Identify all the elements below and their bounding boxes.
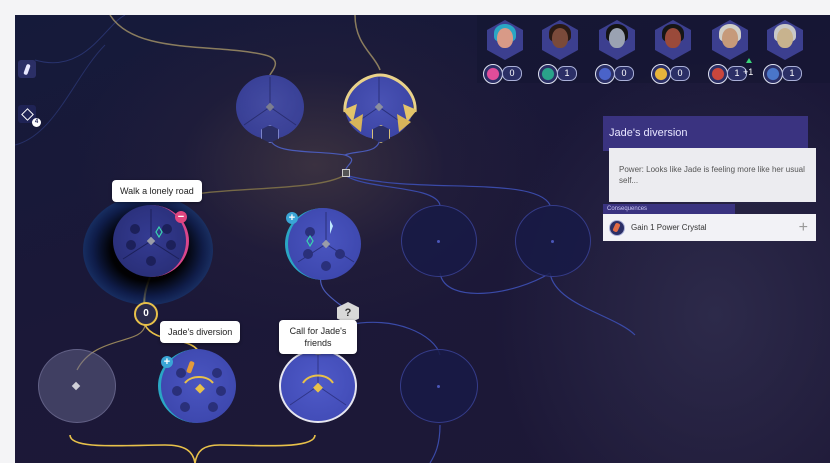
power-crystal-icon <box>609 219 625 236</box>
diamond-icon <box>20 107 34 121</box>
node-center-dot <box>437 240 440 243</box>
node-slots <box>297 212 355 271</box>
character-face <box>497 28 513 48</box>
add-consequence-button[interactable]: + <box>799 219 808 237</box>
character-face <box>665 28 681 48</box>
remove-crystal-button[interactable]: − <box>175 211 187 223</box>
character-6[interactable]: 1 <box>763 20 807 90</box>
path-node-faded[interactable] <box>38 349 116 423</box>
panel-title: Jade's diversion <box>603 116 808 151</box>
character-3[interactable]: 0 <box>595 20 639 90</box>
crystal-count: 0 <box>614 66 634 81</box>
character-2[interactable]: 1 <box>538 20 582 90</box>
node-center-dot <box>437 385 440 388</box>
character-portrait <box>487 20 523 60</box>
character-4[interactable]: 0 <box>651 20 695 90</box>
add-character-button-2[interactable]: + <box>161 356 173 368</box>
crystal-icon <box>595 64 615 84</box>
zero-counter-badge: 0 <box>134 302 158 326</box>
crystal-count: 1 <box>782 66 802 81</box>
map-marker-button[interactable]: 4 <box>18 105 41 127</box>
crystal-count: 1 <box>557 66 577 81</box>
path-node-call-for-friends[interactable] <box>279 349 357 423</box>
consequence-text: Gain 1 Power Crystal <box>631 223 707 232</box>
tooltip-call-for-friends: Call for Jade's friends <box>279 320 357 354</box>
character-portrait <box>599 20 635 60</box>
path-node-locked-3[interactable] <box>400 349 478 423</box>
crystal-icon <box>708 64 728 84</box>
node-diamond <box>71 381 81 391</box>
game-viewport: 4 − Walk a lonely road + 0 ? + Jade's di… <box>15 15 830 463</box>
character-face <box>777 28 793 48</box>
panel-description: Power: Looks like Jade is feeling more l… <box>609 148 816 202</box>
crystal-icon <box>483 64 503 84</box>
crystal-count: 0 <box>670 66 690 81</box>
node-segments <box>289 354 347 406</box>
tooltip-jades-diversion: Jade's diversion <box>160 321 241 343</box>
character-5[interactable]: 1 +1 <box>708 20 754 90</box>
consequence-row[interactable]: Gain 1 Power Crystal + <box>603 214 816 241</box>
character-1[interactable]: 0 <box>483 20 527 90</box>
map-marker-count: 4 <box>32 118 41 127</box>
character-portrait <box>542 20 578 60</box>
character-portrait <box>712 20 748 60</box>
crystal-icon <box>651 64 671 84</box>
journal-button[interactable] <box>18 60 36 78</box>
add-character-button[interactable]: + <box>286 212 298 224</box>
path-node-locked-2[interactable] <box>515 205 591 277</box>
character-face <box>722 28 738 48</box>
path-node-locked-1[interactable] <box>401 205 477 277</box>
tooltip-walk-lonely-road: Walk a lonely road <box>112 180 202 202</box>
character-portrait <box>655 20 691 60</box>
increase-arrow-icon <box>746 58 752 63</box>
crystal-bonus: +1 <box>743 67 754 77</box>
character-face <box>609 28 625 48</box>
character-face <box>552 28 568 48</box>
crystal-icon <box>763 64 783 84</box>
crystal-count: 0 <box>502 66 522 81</box>
crystal-icon <box>538 64 558 84</box>
feather-icon <box>23 63 31 75</box>
node-center-dot <box>551 240 554 243</box>
consequences-label: Consequences <box>603 204 735 214</box>
junction-marker <box>342 169 350 177</box>
character-portrait <box>767 20 803 60</box>
